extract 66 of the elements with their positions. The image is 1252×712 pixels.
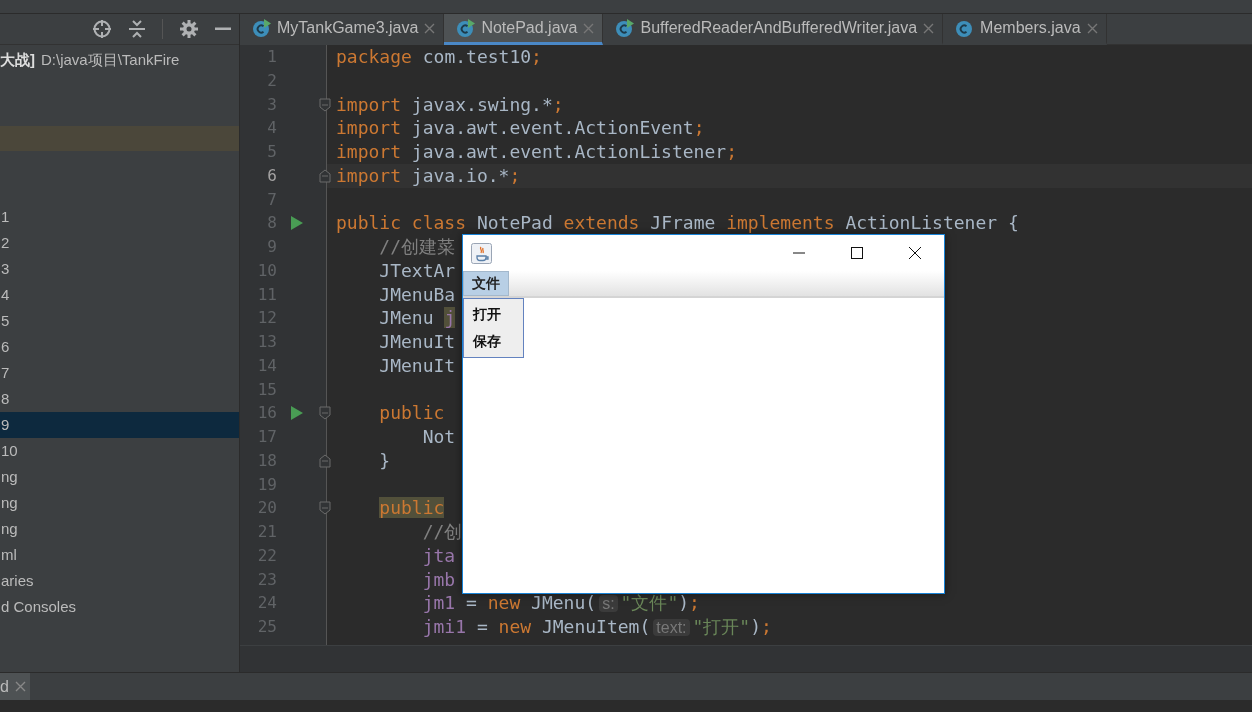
fold-icon[interactable] [319, 97, 331, 112]
code-line: public [378, 401, 445, 425]
code-line: JMenu j [378, 306, 456, 330]
tree-item[interactable]: 9 [0, 412, 239, 438]
menu-item[interactable]: 打开 [464, 301, 523, 328]
fold-icon[interactable] [319, 501, 331, 516]
code-line: jta [421, 543, 456, 568]
settings-icon[interactable] [179, 19, 199, 39]
editor-tab[interactable]: Members.java [943, 14, 1107, 45]
code-line: JMenuIt [378, 353, 456, 378]
code-line: jmb [421, 567, 456, 592]
code-line: } [378, 448, 391, 473]
close-icon[interactable] [583, 22, 595, 34]
locate-icon[interactable] [92, 19, 112, 39]
minimize-icon [793, 252, 805, 254]
close-icon[interactable] [14, 681, 26, 692]
line-number: 6 [267, 164, 277, 187]
minimize-icon[interactable] [215, 27, 231, 31]
tree-item[interactable]: ml [0, 542, 239, 568]
close-icon[interactable] [424, 22, 436, 34]
editor-tab[interactable]: BufferedReaderAndBufferedWriter.java [603, 14, 944, 45]
tree-item[interactable]: 10 [0, 438, 239, 464]
tree-item[interactable]: 4 [0, 282, 239, 308]
tree-item[interactable]: ng [0, 490, 239, 516]
code-line: import java.awt.event.ActionEvent; [336, 116, 705, 140]
code-line: JTextAr [378, 258, 456, 283]
run-icon[interactable] [291, 216, 303, 231]
tree-item[interactable]: d Consoles [0, 594, 239, 620]
code-line: import java.awt.event.ActionListener; [336, 140, 737, 164]
close-icon[interactable] [1086, 22, 1098, 34]
editor-tab[interactable]: MyTankGame3.java [240, 14, 445, 45]
code-line: public class NotePad extends JFrame implements ActionListener { [336, 211, 1019, 235]
fold-icon[interactable] [319, 406, 331, 421]
code-line: package com.test10; [336, 45, 542, 69]
tree-item[interactable]: 7 [0, 360, 239, 386]
code-line: JMenuBa [378, 282, 456, 307]
maximize-icon [850, 246, 864, 260]
app-icon [471, 242, 492, 264]
tree-item[interactable]: aries [0, 568, 239, 594]
tree-item[interactable]: 2 [0, 230, 239, 256]
tree-item[interactable]: 6 [0, 334, 239, 360]
code-line: JMenuIt [378, 330, 456, 354]
tree-item[interactable]: ng [0, 464, 239, 490]
tree-item[interactable]: 5 [0, 308, 239, 334]
code-line: //创建菜 [378, 235, 456, 259]
editor-tab[interactable]: NotePad.java [444, 14, 604, 45]
close-icon[interactable] [923, 22, 935, 34]
code-line: //创 [421, 520, 463, 544]
menu-item[interactable]: 保存 [464, 328, 523, 355]
menu[interactable]: 文件 [463, 271, 509, 296]
run-icon[interactable] [291, 406, 303, 421]
code-line: jmi1 = new JMenuItem( text: "打开"); [421, 615, 772, 639]
collapse-icon[interactable] [128, 19, 146, 39]
project-root[interactable]: 大战] D:\java项目\TankFire [0, 47, 239, 73]
tree-item[interactable]: 8 [0, 386, 239, 412]
code-line: Not [421, 425, 456, 449]
code-line: import java.io.*; [336, 163, 521, 188]
code-line: import javax.swing.*; [336, 92, 564, 117]
tree-item[interactable]: ng [0, 516, 239, 542]
tree-item[interactable]: 3 [0, 256, 239, 282]
code-line: jm1 = new JMenu( s: "文件"); [421, 591, 700, 615]
fold-icon[interactable] [319, 453, 331, 468]
tree-item[interactable]: 1 [0, 204, 239, 230]
close-icon [908, 246, 922, 260]
fold-icon[interactable] [319, 168, 331, 183]
tool-tab[interactable]: d [0, 673, 30, 700]
